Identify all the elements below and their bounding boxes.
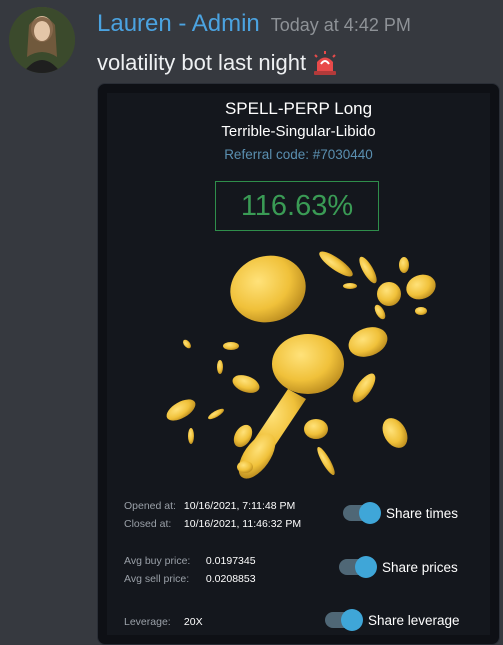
closed-at-row: Closed at: 10/16/2021, 11:46:32 PM xyxy=(124,518,301,530)
share-times-label: Share times xyxy=(386,505,459,521)
opened-at-label: Opened at: xyxy=(124,500,176,512)
share-prices-toggle[interactable]: Share prices xyxy=(339,556,458,578)
username[interactable]: Lauren - Admin xyxy=(97,10,260,38)
message-text-row: volatility bot last night xyxy=(97,50,338,76)
message-header: Lauren - Admin Today at 4:42 PM xyxy=(97,10,411,38)
position-title: SPELL-PERP Long xyxy=(224,99,373,118)
avg-buy-label: Avg buy price: xyxy=(124,555,191,567)
rotating-light-icon xyxy=(312,50,338,76)
pnl-share-card[interactable]: SPELL-PERP Long Terrible-Singular-Libido… xyxy=(97,83,500,645)
avg-sell-value: 0.0208853 xyxy=(205,573,256,585)
referral-code: Referral code: #7030440 xyxy=(224,147,373,162)
share-leverage-label: Share leverage xyxy=(368,612,460,628)
account-name: Terrible-Singular-Libido xyxy=(221,123,376,140)
share-times-switch[interactable] xyxy=(343,502,381,524)
avg-buy-row: Avg buy price: 0.0197345 xyxy=(124,555,256,567)
share-leverage-switch[interactable] xyxy=(325,609,363,631)
share-times-toggle[interactable]: Share times xyxy=(343,502,459,524)
leverage-label: Leverage: xyxy=(124,616,171,628)
avg-buy-value: 0.0197345 xyxy=(205,555,256,567)
closed-at-value: 10/16/2021, 11:46:32 PM xyxy=(183,518,302,530)
leverage-row: Leverage: 20X xyxy=(124,616,203,628)
avg-sell-row: Avg sell price: 0.0208853 xyxy=(124,573,256,585)
gold-coins-illustration xyxy=(166,251,436,479)
avg-sell-label: Avg sell price: xyxy=(124,573,190,585)
leverage-value: 20X xyxy=(183,616,203,628)
message-text: volatility bot last night xyxy=(97,50,307,75)
opened-at-value: 10/16/2021, 7:11:48 PM xyxy=(183,500,296,512)
share-leverage-toggle[interactable]: Share leverage xyxy=(325,609,460,631)
user-avatar[interactable] xyxy=(9,7,75,73)
opened-at-row: Opened at: 10/16/2021, 7:11:48 PM xyxy=(124,500,295,512)
message-timestamp: Today at 4:42 PM xyxy=(270,15,411,35)
share-prices-label: Share prices xyxy=(382,559,458,575)
closed-at-label: Closed at: xyxy=(124,518,172,530)
pnl-percentage: 116.63% xyxy=(215,181,379,231)
share-prices-switch[interactable] xyxy=(339,556,377,578)
